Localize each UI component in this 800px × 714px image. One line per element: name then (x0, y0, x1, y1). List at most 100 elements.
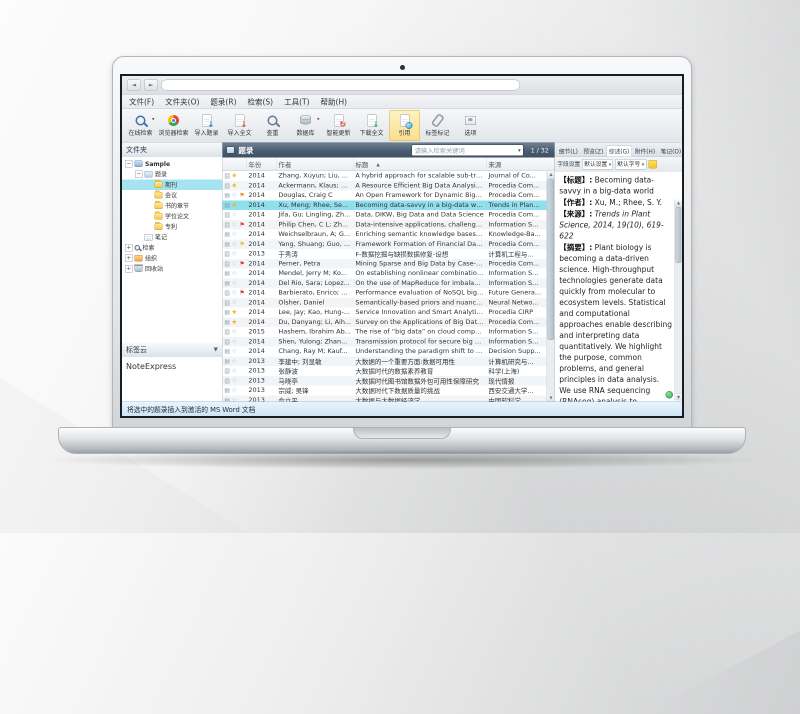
scrollbar-thumb[interactable] (676, 207, 682, 263)
tree-item-sample[interactable]: − Sample (122, 159, 222, 170)
record-row[interactable]: 2014 Douglas, Craig C An Open Framework … (222, 191, 554, 201)
record-row[interactable]: 2014 Ackermann, Klaus; A... A Resource E… (222, 181, 554, 191)
smart-update-button[interactable]: 智能更新 (323, 110, 354, 141)
detail-tab[interactable]: 附件(H) (632, 146, 657, 157)
star-rating-icon[interactable] (231, 260, 237, 268)
tree-item-organize[interactable]: + 组织 (122, 253, 222, 264)
tag-item[interactable]: NoteExpress (126, 362, 176, 372)
tree-item-recycle-bin[interactable]: + 回收站 (122, 264, 222, 275)
record-row[interactable]: 2014 Shen, Yulong; Zhan... Transmission … (222, 337, 554, 347)
options-button[interactable]: 选项 (455, 110, 486, 141)
tag-cloud-header[interactable]: 标签云 (122, 343, 222, 357)
record-row[interactable]: 2014 Jifa, Gu; Lingling, Zh... Data, DIK… (222, 210, 554, 220)
expander-icon[interactable]: − (125, 160, 133, 168)
record-row[interactable]: 2013 俞立平 大数据与大数据经济学 中国软科学 (222, 395, 554, 401)
star-rating-icon[interactable] (231, 348, 237, 356)
expander-icon[interactable]: + (125, 255, 133, 263)
menu-item[interactable]: 工具(T) (284, 96, 309, 107)
tree-item-notes[interactable]: 笔记 (122, 232, 222, 243)
record-row[interactable]: 2014 Yang, Shuang; Guo, ... Framework Fo… (222, 239, 554, 249)
star-rating-icon[interactable] (231, 192, 237, 200)
record-row[interactable]: 2014 Barbierato, Enrico; G... Performanc… (222, 288, 554, 298)
star-rating-icon[interactable] (231, 387, 237, 395)
record-row[interactable]: 2013 李建中; 刘显敏 大数据的一个重要方面:数据可用性 计算机研究与... (222, 356, 554, 366)
record-row[interactable]: 2013 马晓亭 大数据时代图书馆数据外包可用性保障研究 现代情报 (222, 376, 554, 386)
record-row[interactable]: 2014 Philip Chen, C L; Zh... Data-intens… (222, 220, 554, 230)
import-fulltext-button[interactable]: 导入全文 (224, 110, 255, 141)
detail-scrollbar[interactable] (675, 200, 683, 401)
menu-item[interactable]: 检索(S) (248, 96, 274, 107)
record-row[interactable]: 2014 Zhang, Xuyun; Liu, ... A hybrid app… (222, 171, 554, 181)
record-row[interactable]: 2014 Del Rio, Sara; Lopez... On the use … (222, 278, 554, 288)
star-rating-icon[interactable] (231, 338, 237, 346)
menu-item[interactable]: 题录(R) (210, 96, 236, 107)
record-row[interactable]: 2014 Du, Danyang; Li, Aih... Survey on t… (222, 317, 554, 327)
column-source[interactable]: 来源 (486, 158, 554, 171)
column-year[interactable]: 年份 (246, 158, 276, 171)
dropdown-arrow-icon[interactable] (317, 117, 320, 123)
record-row[interactable]: 2014 Olsher, Daniel Semantically-based p… (222, 298, 554, 308)
record-row[interactable]: 2015 Hashem, Ibrahim Ab... The rise of “… (222, 327, 554, 337)
tag-mark-button[interactable]: 标签标记 (422, 110, 453, 141)
search-input[interactable]: 请输入检索关键词 (412, 144, 524, 156)
online-search-button[interactable]: 在线检索 (125, 110, 156, 141)
scroll-up-icon[interactable] (675, 200, 682, 207)
database-button[interactable]: 数据库 (290, 110, 321, 141)
star-rating-icon[interactable] (231, 250, 237, 258)
detail-tab[interactable]: 综述(G) (606, 146, 631, 157)
tree-item-thesis[interactable]: 学位论文 (122, 211, 222, 222)
dedupe-button[interactable]: 查重 (257, 110, 288, 141)
scroll-down-icon[interactable] (547, 394, 555, 402)
download-fulltext-button[interactable]: 下载全文 (356, 110, 387, 141)
tree-item-patent[interactable]: 专利 (122, 222, 222, 233)
tree-item-book-chapter[interactable]: 书的章节 (122, 201, 222, 212)
star-rating-icon[interactable] (231, 309, 237, 317)
record-row[interactable]: 2013 张静波 大数据时代的数据素养教育 科学(上海) (222, 366, 554, 376)
star-rating-icon[interactable] (231, 231, 237, 239)
expander-icon[interactable]: + (125, 265, 133, 273)
font-preset-select[interactable]: 默认字号 (615, 159, 646, 170)
menu-item[interactable]: 文件夹(O) (165, 96, 199, 107)
tree-item-conference[interactable]: 会议 (122, 190, 222, 201)
star-rating-icon[interactable] (231, 357, 237, 365)
tree-item-search[interactable]: + 检索 (122, 243, 222, 254)
field-preset-select[interactable]: 默认设置 (582, 159, 613, 170)
scroll-down-icon[interactable] (675, 394, 682, 401)
detail-tab[interactable]: 预览(Z) (581, 146, 606, 157)
record-row[interactable]: 2014 Lee, Jay; Kao, Hung-... Service Inn… (222, 308, 554, 318)
record-row[interactable]: 2013 于秀涛 F-数据挖掘与缺损数据修复-设想 计算机工程与... (222, 249, 554, 259)
star-rating-icon[interactable] (231, 318, 237, 326)
star-rating-icon[interactable] (231, 201, 237, 209)
record-row[interactable]: 2014 Mendel, Jerry M; Ko... On establish… (222, 269, 554, 279)
detail-tab[interactable]: 笔记(O) (658, 146, 682, 157)
menu-item[interactable]: 文件(F) (129, 96, 154, 107)
star-rating-icon[interactable] (231, 328, 237, 336)
star-rating-icon[interactable] (231, 182, 237, 190)
scroll-up-icon[interactable] (547, 171, 555, 179)
record-row[interactable]: 2014 Chang, Ray M; Kauf... Understanding… (222, 347, 554, 357)
star-rating-icon[interactable] (231, 299, 237, 307)
tree-item-records[interactable]: − 题录 (122, 169, 222, 180)
browser-search-button[interactable]: 浏览器检索 (158, 110, 189, 141)
detail-tab[interactable]: 细节(L) (556, 146, 580, 157)
back-button[interactable] (127, 80, 141, 91)
record-row[interactable]: 2013 宗威; 吴锋 大数据时代下数据质量的挑战 西安交通大学... (222, 386, 554, 396)
record-row[interactable]: 2014 Perner, Petra Mining Sparse and Big… (222, 259, 554, 269)
star-rating-icon[interactable] (231, 289, 237, 297)
star-rating-icon[interactable] (231, 367, 237, 375)
chevron-down-icon[interactable] (518, 147, 521, 154)
address-input[interactable] (161, 80, 520, 91)
column-author[interactable]: 作者 (276, 158, 353, 171)
column-title[interactable]: 标题 (353, 158, 486, 171)
chevron-down-icon[interactable] (214, 346, 218, 353)
tree-item-journal[interactable]: 期刊 (122, 180, 222, 191)
scrollbar-thumb[interactable] (548, 179, 555, 340)
highlight-icon[interactable] (648, 160, 657, 169)
star-rating-icon[interactable] (231, 377, 237, 385)
star-rating-icon[interactable] (231, 211, 237, 219)
star-rating-icon[interactable] (231, 270, 237, 278)
record-row[interactable]: 2014 Weichselbraun, A; G... Enriching se… (222, 230, 554, 240)
star-rating-icon[interactable] (231, 396, 237, 401)
record-row[interactable]: 2014 Xu, Meng; Rhee, Se... Becoming data… (222, 200, 554, 210)
star-rating-icon[interactable] (231, 172, 237, 180)
